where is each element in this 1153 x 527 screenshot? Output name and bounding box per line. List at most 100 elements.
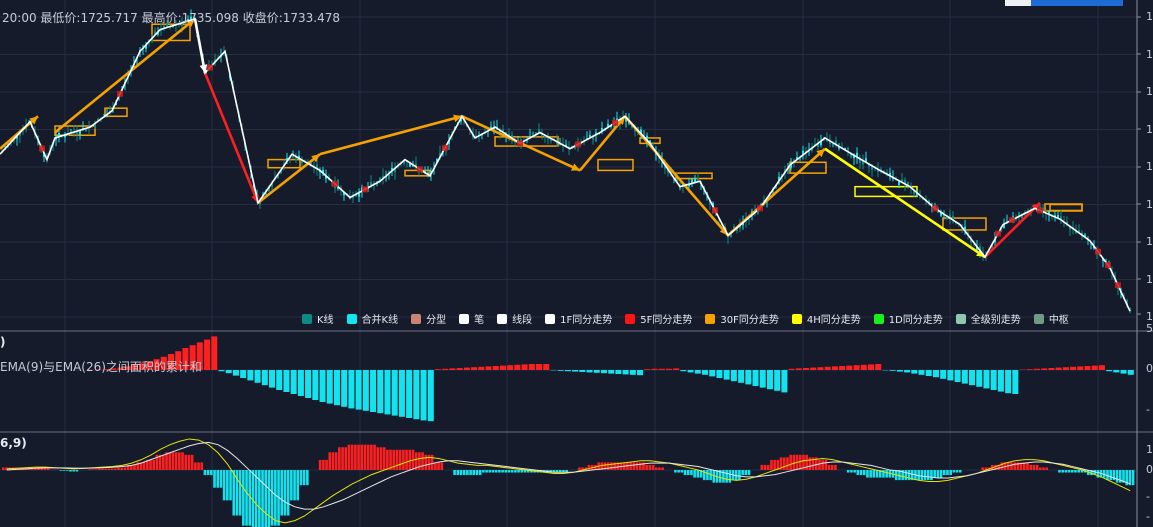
area-bar bbox=[1048, 368, 1055, 370]
area-bar bbox=[889, 370, 896, 371]
macd-histogram-bar bbox=[322, 459, 325, 470]
candlesticks bbox=[1, 9, 1131, 314]
macd-histogram-bar bbox=[942, 470, 946, 476]
macd-histogram-bar bbox=[872, 470, 876, 478]
macd-histogram-bar bbox=[741, 470, 744, 476]
macd-histogram-bar bbox=[763, 464, 767, 470]
area-bar bbox=[759, 370, 766, 388]
stroke-line bbox=[0, 17, 1131, 312]
legend-swatch-icon bbox=[955, 313, 966, 324]
macd-histogram-bar bbox=[229, 470, 232, 501]
macd-histogram-bar bbox=[645, 464, 648, 470]
macd-histogram-bar bbox=[856, 470, 860, 476]
legend-item[interactable]: 5F同分走势 bbox=[625, 311, 692, 326]
area-bar bbox=[954, 370, 961, 382]
legend-swatch-icon bbox=[346, 313, 357, 324]
area-bar bbox=[406, 370, 413, 418]
macd-histogram-bar bbox=[363, 444, 367, 470]
macd-histogram-bar bbox=[440, 462, 444, 470]
macd-histogram-bar bbox=[1032, 464, 1036, 470]
macd-histogram-bar bbox=[46, 468, 50, 470]
price-tick-label: 1 bbox=[1146, 47, 1153, 61]
macd-histogram-bar bbox=[347, 444, 351, 470]
macd-histogram-bar bbox=[2, 467, 5, 470]
macd-histogram-bar bbox=[360, 444, 364, 470]
legend-item[interactable]: 线段 bbox=[497, 311, 532, 326]
area-bar bbox=[622, 370, 629, 375]
fractal-marker bbox=[1037, 207, 1043, 214]
macd-histogram-bar bbox=[606, 462, 610, 470]
macd-histogram-bar bbox=[264, 470, 268, 527]
macd-histogram-bar bbox=[350, 444, 354, 470]
area-bar bbox=[839, 366, 846, 370]
macd-histogram-bar bbox=[302, 470, 306, 486]
macd-histogram-bar bbox=[462, 470, 466, 476]
macd-histogram-bar bbox=[866, 470, 869, 478]
macd-histogram-bar bbox=[1109, 470, 1112, 481]
macd-histogram-bar bbox=[1045, 467, 1048, 470]
macd-histogram-bar bbox=[680, 470, 684, 473]
legend-item[interactable]: 分型 bbox=[411, 311, 446, 326]
macd-histogram-bar bbox=[142, 462, 146, 470]
macd-histogram-bar bbox=[219, 470, 223, 488]
legend-item[interactable]: K线 bbox=[302, 311, 334, 326]
macd-histogram-bar bbox=[1061, 470, 1064, 473]
legend-swatch-icon bbox=[625, 313, 636, 324]
area-bar bbox=[261, 370, 268, 386]
price-tick-label: 1 bbox=[1146, 272, 1153, 286]
price-tick-label: 1 bbox=[1146, 160, 1153, 173]
area-bar bbox=[420, 370, 427, 421]
macd-histogram-bar bbox=[366, 444, 370, 470]
area-bar bbox=[730, 370, 737, 382]
area-bar bbox=[297, 370, 304, 396]
area-bar bbox=[745, 370, 752, 385]
macd-histogram-bar bbox=[638, 462, 642, 470]
area-bar bbox=[997, 370, 1004, 392]
area-bar bbox=[716, 370, 723, 378]
macd-histogram-bar bbox=[104, 468, 108, 470]
macd-histogram-bar bbox=[677, 470, 680, 473]
legend-item[interactable]: 合并K线 bbox=[346, 311, 398, 326]
macd-histogram-bar bbox=[171, 452, 175, 470]
macd-histogram-bar bbox=[382, 447, 386, 470]
legend-swatch-icon bbox=[302, 313, 312, 324]
area-bar bbox=[319, 370, 326, 402]
legend-item[interactable]: 1D同分走势 bbox=[873, 311, 943, 326]
fractal-marker bbox=[417, 166, 423, 173]
macd-histogram-bar bbox=[370, 444, 373, 470]
macd-label: 6,9) bbox=[0, 436, 27, 450]
macd-histogram-bar bbox=[952, 470, 956, 473]
legend-item[interactable]: 1F同分走势 bbox=[545, 311, 612, 326]
macd-histogram-bar bbox=[107, 468, 111, 470]
area-bar bbox=[1127, 370, 1134, 375]
macd-histogram-bar bbox=[437, 462, 440, 470]
legend-item[interactable]: 4H同分走势 bbox=[791, 311, 861, 326]
legend-item[interactable]: 笔 bbox=[459, 311, 484, 326]
area-bar bbox=[427, 370, 434, 422]
area-bar bbox=[564, 370, 571, 372]
macd-histogram-bar bbox=[1038, 467, 1042, 470]
macd-histogram-bar bbox=[405, 449, 408, 470]
macd-histogram-bar bbox=[190, 454, 194, 470]
macd-histogram-bar bbox=[830, 464, 834, 470]
macd-tick-label: - bbox=[1146, 510, 1150, 523]
macd-histogram-bar bbox=[766, 464, 770, 470]
legend-label: 线段 bbox=[512, 315, 533, 326]
macd-histogram-bar bbox=[152, 459, 156, 470]
macd-histogram-bar bbox=[1064, 470, 1068, 473]
legend-item[interactable]: 全级别走势 bbox=[955, 311, 1021, 326]
legend-item[interactable]: 30F同分走势 bbox=[705, 311, 779, 326]
macd-histogram-bar bbox=[162, 454, 165, 470]
legend-item[interactable]: 中枢 bbox=[1033, 311, 1069, 326]
area-bar bbox=[867, 364, 875, 370]
area-bar bbox=[485, 366, 492, 370]
legend-label: K线 bbox=[317, 315, 334, 326]
axis-frame bbox=[1136, 0, 1141, 527]
macd-histogram-bar bbox=[434, 462, 437, 470]
macd-histogram-bar bbox=[421, 452, 424, 470]
price-tick-label: 1 bbox=[1146, 197, 1153, 211]
area-bar bbox=[673, 368, 680, 370]
legend-swatch-icon bbox=[873, 313, 884, 324]
macd-histogram-bar bbox=[632, 462, 636, 470]
area-bar bbox=[1041, 368, 1048, 370]
